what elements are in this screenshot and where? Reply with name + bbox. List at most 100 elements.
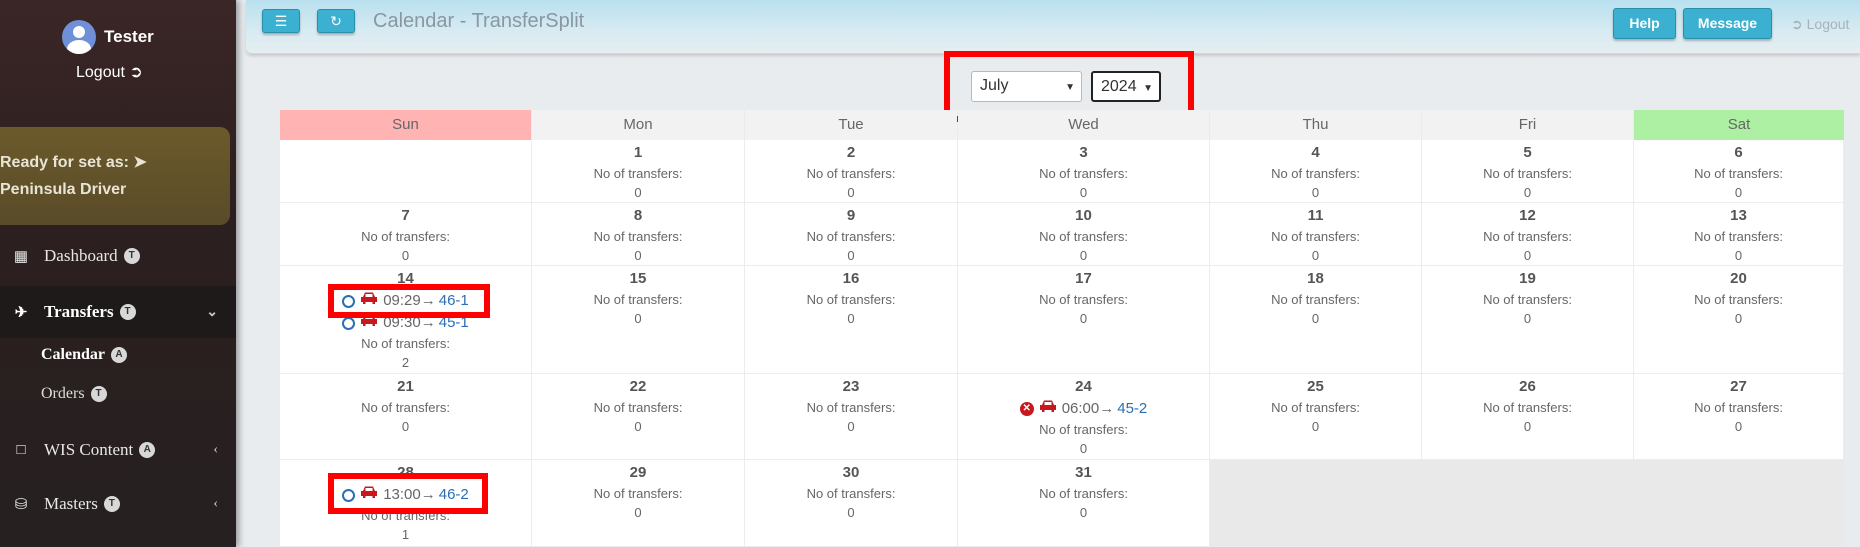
weekday-tue: Tue bbox=[745, 110, 957, 140]
calendar-day-18[interactable]: 18 No of transfers: 0 bbox=[1210, 266, 1422, 374]
transfer-count: 0 bbox=[634, 185, 642, 200]
weekday-sun: Sun bbox=[280, 110, 531, 140]
header-logout-link[interactable]: ➲ Logout bbox=[1791, 16, 1849, 33]
month-select[interactable]: July ▼ bbox=[971, 71, 1082, 102]
menu-toggle-button[interactable]: ☰ bbox=[262, 9, 300, 33]
calendar-day-21[interactable]: 21 No of transfers: 0 bbox=[280, 374, 532, 460]
calendar-day-17[interactable]: 17 No of transfers: 0 bbox=[958, 266, 1210, 374]
sidebar: Tester Logout ➲ Ready for set as: ➤ Peni… bbox=[0, 0, 236, 547]
sidebar-item-label: Transfers bbox=[44, 302, 114, 321]
calendar-day-9[interactable]: 9 No of transfers: 0 bbox=[745, 203, 958, 266]
calendar-day-11[interactable]: 11 No of transfers: 0 bbox=[1210, 203, 1422, 266]
top-header: ☰ ↻ Calendar - TransferSplit Help Messag… bbox=[246, 0, 1860, 54]
transfer-count: 0 bbox=[1311, 419, 1320, 434]
badge: T bbox=[123, 248, 140, 264]
calendar-day-8[interactable]: 8 No of transfers: 0 bbox=[532, 203, 745, 266]
calendar-day-15[interactable]: 15 No of transfers: 0 bbox=[532, 266, 745, 374]
transfer-count: 0 bbox=[1079, 441, 1088, 456]
badge: T bbox=[103, 496, 120, 512]
day-number: 20 bbox=[1730, 270, 1747, 287]
sidebar-item-label: Masters bbox=[44, 494, 98, 513]
calendar-day-27[interactable]: 27 No of transfers: 0 bbox=[1634, 374, 1844, 460]
calendar-day-26[interactable]: 26 No of transfers: 0 bbox=[1422, 374, 1634, 460]
transfer-highlight-box bbox=[328, 473, 488, 514]
calendar-day-30[interactable]: 30 No of transfers: 0 bbox=[745, 460, 958, 547]
transfer-count: 0 bbox=[1079, 185, 1088, 200]
transfer-entry[interactable]: ✕ 06:00 → 45-2 bbox=[958, 398, 1209, 420]
chevron-down-icon: ▼ bbox=[1065, 82, 1075, 93]
calendar-day-10[interactable]: 10 No of transfers: 0 bbox=[958, 203, 1210, 266]
transfer-count-label: No of transfers: bbox=[806, 486, 896, 501]
badge: T bbox=[119, 304, 136, 320]
sidebar-logout-link[interactable]: Logout ➲ bbox=[76, 62, 143, 82]
day-number: 25 bbox=[1307, 378, 1324, 395]
sidebar-item-transfers[interactable]: ✈ Transfers T ⌄ bbox=[0, 286, 236, 338]
calendar-day-4[interactable]: 4 No of transfers: 0 bbox=[1210, 140, 1422, 203]
calendar-day-24[interactable]: 24 ✕ 06:00 → 45-2 No of transfers: 0 bbox=[958, 374, 1210, 460]
menu-icon: ☰ bbox=[274, 13, 288, 29]
sidebar-item-dashboard[interactable]: ▦ Dashboard T bbox=[0, 232, 236, 280]
year-select[interactable]: 2024 ▼ bbox=[1091, 71, 1161, 102]
sidebar-item-label: Dashboard bbox=[44, 246, 118, 265]
transfer-count-label: No of transfers: bbox=[1694, 166, 1783, 181]
year-value: 2024 bbox=[1101, 78, 1137, 95]
sidebar-subitem-calendar[interactable]: Calendar A bbox=[0, 336, 236, 374]
calendar-day-14[interactable]: 14 09:29 → 46-1 09:30 → 45-1 No of transfers… bbox=[280, 266, 532, 374]
calendar-day-5[interactable]: 5 No of transfers: 0 bbox=[1422, 140, 1634, 203]
calendar-day-29[interactable]: 29 No of transfers: 0 bbox=[532, 460, 745, 547]
status-circle-icon bbox=[342, 316, 356, 330]
username: Tester bbox=[104, 27, 154, 46]
transfer-count: 0 bbox=[1079, 311, 1088, 326]
transfer-count-label: No of transfers: bbox=[1483, 292, 1572, 307]
day-number: 6 bbox=[1734, 144, 1743, 161]
weekday-thu: Thu bbox=[1210, 110, 1421, 140]
transfer-count: 0 bbox=[1523, 419, 1532, 434]
ready-label: Ready for set as: bbox=[0, 154, 129, 171]
transfer-count-label: No of transfers: bbox=[593, 292, 683, 307]
day-number: 4 bbox=[1311, 144, 1320, 161]
calendar-day-23[interactable]: 23 No of transfers: 0 bbox=[745, 374, 958, 460]
calendar-day-13[interactable]: 13 No of transfers: 0 bbox=[1634, 203, 1844, 266]
transfer-count: 0 bbox=[1523, 248, 1532, 263]
sidebar-item-masters[interactable]: ⛁ Masters T ‹ bbox=[0, 480, 236, 528]
transfer-count-label: No of transfers: bbox=[1271, 400, 1360, 415]
transfer-count: 0 bbox=[401, 248, 410, 263]
transfer-count-label: No of transfers: bbox=[1039, 229, 1128, 244]
calendar-day-22[interactable]: 22 No of transfers: 0 bbox=[532, 374, 745, 460]
transfer-count: 0 bbox=[634, 311, 642, 326]
calendar-day-20[interactable]: 20 No of transfers: 0 bbox=[1634, 266, 1844, 374]
calendar-day-12[interactable]: 12 No of transfers: 0 bbox=[1422, 203, 1634, 266]
message-button[interactable]: Message bbox=[1683, 8, 1772, 39]
calendar-day-6[interactable]: 6 No of transfers: 0 bbox=[1634, 140, 1844, 203]
chevron-left-icon: ‹ bbox=[213, 496, 218, 511]
transfer-route-link[interactable]: 45-2 bbox=[1117, 398, 1147, 420]
transfer-count-label: No of transfers: bbox=[806, 229, 896, 244]
sidebar-item-wis-content[interactable]: □ WIS Content A ‹ bbox=[0, 426, 236, 474]
calendar-day-19[interactable]: 19 No of transfers: 0 bbox=[1422, 266, 1634, 374]
transfer-count: 0 bbox=[634, 248, 642, 263]
file-icon: □ bbox=[16, 441, 26, 458]
day-number: 22 bbox=[629, 378, 647, 395]
transfer-count: 2 bbox=[401, 355, 410, 370]
calendar-day-3[interactable]: 3 No of transfers: 0 bbox=[958, 140, 1210, 203]
calendar-day-2[interactable]: 2 No of transfers: 0 bbox=[745, 140, 958, 203]
calendar-day-16[interactable]: 16 No of transfers: 0 bbox=[745, 266, 958, 374]
logout-icon: ➲ bbox=[129, 64, 143, 81]
refresh-button[interactable]: ↻ bbox=[317, 9, 355, 33]
day-number: 31 bbox=[1075, 464, 1092, 481]
day-number: 9 bbox=[846, 207, 856, 224]
weekday-wed: Wed bbox=[958, 110, 1209, 140]
sidebar-subitem-orders[interactable]: Orders T bbox=[0, 375, 236, 413]
day-number: 27 bbox=[1730, 378, 1747, 395]
sign-in-icon: ➤ bbox=[133, 154, 147, 171]
transfer-count-label: No of transfers: bbox=[1039, 486, 1128, 501]
calendar-day-1[interactable]: 1 No of transfers: 0 bbox=[532, 140, 745, 203]
calendar-day-25[interactable]: 25 No of transfers: 0 bbox=[1210, 374, 1422, 460]
day-number: 11 bbox=[1307, 207, 1324, 224]
calendar-day-31[interactable]: 31 No of transfers: 0 bbox=[958, 460, 1210, 547]
calendar-day-7[interactable]: 7 No of transfers: 0 bbox=[280, 203, 532, 266]
car-icon bbox=[1039, 398, 1057, 420]
transfer-count-label: No of transfers: bbox=[361, 400, 450, 415]
day-number: 1 bbox=[633, 144, 643, 161]
help-button[interactable]: Help bbox=[1613, 8, 1676, 39]
